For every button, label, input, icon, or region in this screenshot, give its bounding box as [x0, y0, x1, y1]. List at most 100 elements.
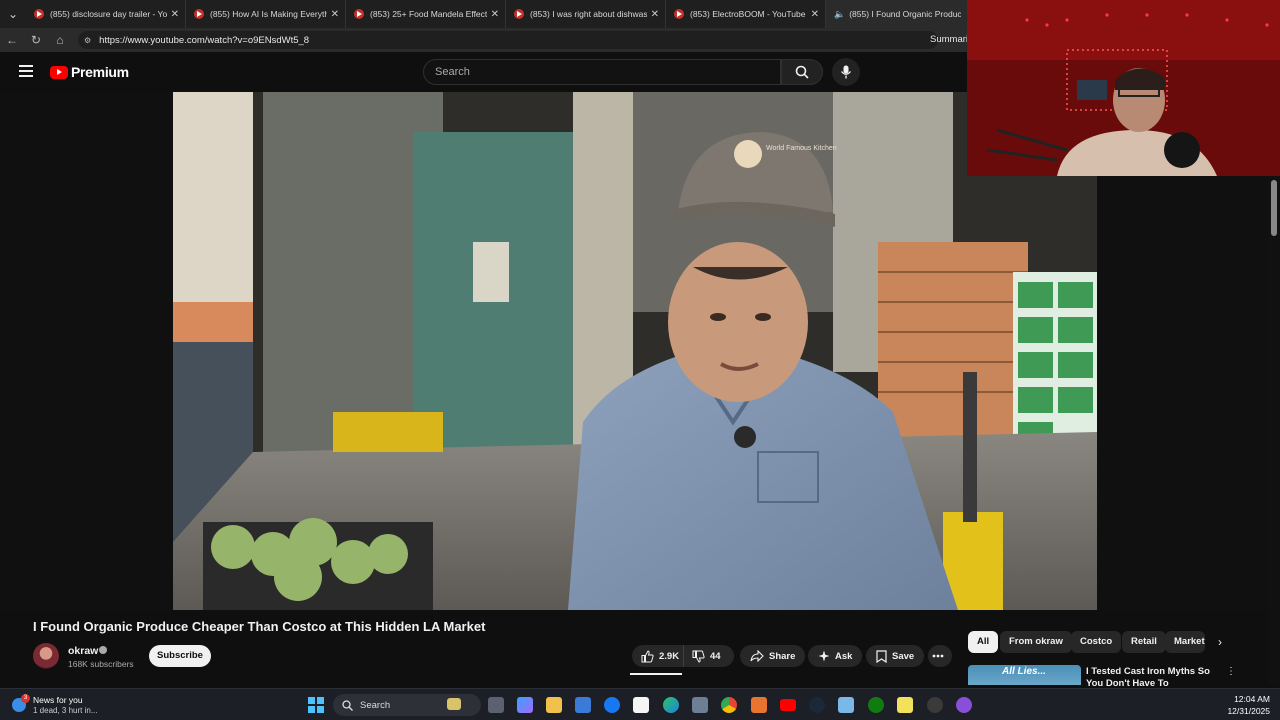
youtube-favicon-icon	[34, 9, 44, 19]
page-scrollbar[interactable]	[1268, 176, 1280, 684]
microphone-icon	[840, 65, 852, 79]
amazon-icon[interactable]	[633, 697, 649, 713]
bookmark-icon	[876, 649, 887, 663]
news-title: News for you	[33, 695, 83, 705]
chip-costco[interactable]: Costco	[1071, 631, 1122, 653]
app-icon[interactable]	[838, 697, 854, 713]
home-icon[interactable]: ⌂	[48, 28, 72, 52]
back-arrow-icon[interactable]: ←	[0, 28, 24, 52]
reload-icon[interactable]: ↻	[24, 28, 48, 52]
obs-icon[interactable]	[927, 697, 943, 713]
tab-title: (855) disclosure day trailer - YouTube	[50, 9, 167, 19]
file-explorer-icon[interactable]	[546, 697, 562, 713]
youtube-favicon-icon	[354, 9, 364, 19]
chevron-right-icon[interactable]: ›	[1212, 634, 1228, 650]
taskbar-time[interactable]: 12:04 AM	[1230, 694, 1270, 704]
chip-retail[interactable]: Retail	[1122, 631, 1166, 653]
browser-tab[interactable]: (855) disclosure day trailer - YouTube ✕	[26, 0, 186, 28]
webcam-image	[967, 0, 1280, 176]
ask-button[interactable]: Ask	[808, 645, 863, 667]
youtube-favicon-icon	[194, 9, 204, 19]
browser-tab[interactable]: (853) ElectroBOOM - YouTube ✕	[666, 0, 826, 28]
sparkle-icon	[818, 650, 830, 662]
close-icon[interactable]: ✕	[331, 9, 339, 20]
share-button[interactable]: Share	[740, 645, 806, 667]
widgets-app-icon[interactable]	[447, 698, 461, 710]
video-scene-image: World Famous Kitchen	[173, 92, 1097, 610]
like-button[interactable]: 2.9K	[632, 645, 684, 667]
close-icon[interactable]: ✕	[811, 9, 819, 20]
thumbs-down-icon	[692, 650, 705, 663]
more-vertical-icon[interactable]: ⋮	[1226, 666, 1236, 680]
vlc-icon[interactable]	[751, 697, 767, 713]
notification-badge: 3	[21, 694, 30, 703]
close-icon[interactable]: ✕	[491, 9, 499, 20]
url-field[interactable]: ⚙ https://www.youtube.com/watch?v=o9ENsdW…	[78, 31, 938, 49]
share-arrow-icon	[750, 650, 764, 662]
chip-market[interactable]: Market	[1165, 631, 1205, 653]
edge-browser-icon[interactable]	[663, 697, 679, 713]
browser-tab[interactable]: (853) I was right about dishwashers ✕	[506, 0, 666, 28]
youtube-play-logo-icon	[50, 65, 68, 79]
news-headline: 1 dead, 3 hurt in...	[33, 706, 98, 715]
recommended-video-title[interactable]: I Tested Cast Iron Myths So You Don't Ha…	[1086, 666, 1220, 686]
thumbs-up-icon	[641, 649, 654, 662]
taskbar-search-label: Search	[360, 699, 391, 711]
microsoft-store-icon[interactable]	[575, 697, 591, 713]
save-button[interactable]: Save	[866, 645, 925, 667]
taskbar-date[interactable]: 12/31/2025	[1220, 706, 1270, 716]
close-icon[interactable]: ✕	[171, 9, 179, 20]
ask-label: Ask	[835, 650, 853, 662]
video-title: I Found Organic Produce Cheaper Than Cos…	[33, 619, 486, 634]
video-frame[interactable]: World Famous Kitchen	[173, 92, 1097, 610]
site-info-icon[interactable]: ⚙	[84, 36, 91, 45]
windows-start-icon[interactable]	[308, 697, 324, 713]
voice-search-button[interactable]	[832, 58, 860, 86]
tab-title: (853) I was right about dishwashers	[530, 9, 647, 19]
youtube-app-icon[interactable]	[780, 699, 796, 711]
scrollbar-thumb[interactable]	[1271, 180, 1277, 236]
browser-tab[interactable]: (855) How AI Is Making Everything Worse ✕	[186, 0, 346, 28]
dislike-button[interactable]: 44	[684, 645, 721, 667]
subscribe-button[interactable]: Subscribe	[149, 645, 211, 667]
facebook-icon[interactable]	[604, 697, 620, 713]
menu-icon[interactable]	[19, 65, 33, 77]
dislike-count: 44	[710, 650, 721, 662]
cap-logo-text: World Famous Kitchen	[766, 145, 837, 152]
sticky-notes-icon[interactable]	[897, 697, 913, 713]
tab-title: (853) ElectroBOOM - YouTube	[690, 9, 806, 19]
task-view-icon[interactable]	[488, 697, 504, 713]
steam-icon[interactable]	[809, 697, 825, 713]
search-button[interactable]	[781, 59, 823, 85]
chrome-icon[interactable]	[721, 697, 737, 713]
xbox-icon[interactable]	[868, 697, 884, 713]
logo-text: Premium	[71, 64, 129, 80]
browser-tab-active[interactable]: 🔈 (855) I Found Organic Produce	[826, 0, 968, 28]
copilot-icon[interactable]	[517, 697, 533, 713]
youtube-logo[interactable]: Premium	[50, 64, 129, 80]
share-label: Share	[769, 650, 796, 662]
app-circle-icon[interactable]	[956, 697, 972, 713]
chip-all[interactable]: All	[968, 631, 999, 653]
streamer-webcam-overlay	[967, 0, 1280, 176]
browser-tab[interactable]: (853) 25+ Food Mandela Effects! - YouTub…	[346, 0, 506, 28]
more-actions-button[interactable]	[928, 645, 952, 667]
like-active-indicator	[630, 673, 682, 675]
save-label: Save	[892, 650, 915, 662]
channel-name[interactable]: okraw	[68, 645, 98, 657]
tab-list-chevron-icon[interactable]: ⌄	[0, 0, 26, 28]
chip-from-channel[interactable]: From okraw	[1000, 631, 1072, 653]
search-input[interactable]: Search	[423, 59, 781, 85]
calculator-icon[interactable]	[692, 697, 708, 713]
audio-playing-icon[interactable]: 🔈	[834, 9, 845, 20]
tab-title: (855) I Found Organic Produce	[849, 9, 961, 19]
like-count: 2.9K	[659, 650, 680, 662]
news-widget[interactable]: 3 News for you 1 dead, 3 hurt in...	[12, 693, 132, 717]
url-text: https://www.youtube.com/watch?v=o9ENsdWt…	[99, 34, 310, 46]
youtube-favicon-icon	[514, 9, 524, 19]
search-icon	[342, 699, 353, 711]
subscriber-count: 168K subscribers	[68, 659, 134, 669]
summarize-button[interactable]: Summari	[930, 34, 968, 45]
close-icon[interactable]: ✕	[651, 9, 659, 20]
channel-avatar[interactable]	[33, 643, 59, 669]
